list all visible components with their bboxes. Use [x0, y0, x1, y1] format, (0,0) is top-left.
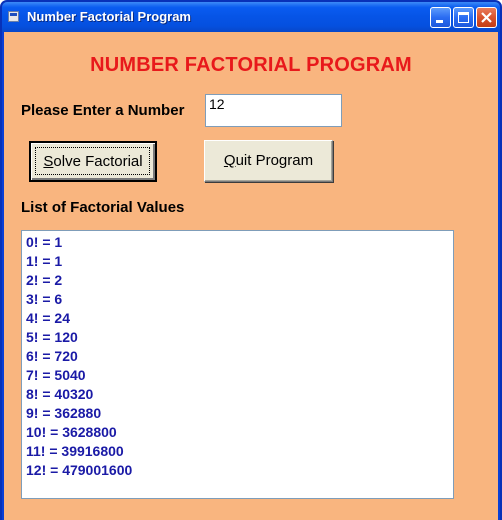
solve-factorial-button[interactable]: Solve Factorial [29, 141, 157, 182]
list-item[interactable]: 6! = 720 [26, 347, 453, 366]
app-window: Number Factorial Program NUMBER FACTORIA… [0, 0, 502, 520]
maximize-button[interactable] [453, 7, 474, 28]
close-button[interactable] [476, 7, 497, 28]
minimize-button[interactable] [430, 7, 451, 28]
list-item[interactable]: 1! = 1 [26, 252, 453, 271]
close-icon [481, 12, 492, 23]
list-item[interactable]: 11! = 39916800 [26, 442, 453, 461]
list-item[interactable]: 9! = 362880 [26, 404, 453, 423]
list-item[interactable]: 3! = 6 [26, 290, 453, 309]
minimize-icon [436, 20, 443, 23]
quit-program-button[interactable]: Quit Program [204, 140, 333, 182]
form-client-area: NUMBER FACTORIAL PROGRAM Please Enter a … [4, 32, 498, 520]
list-item[interactable]: 7! = 5040 [26, 366, 453, 385]
number-input[interactable] [205, 94, 342, 127]
list-item[interactable]: 5! = 120 [26, 328, 453, 347]
focus-rectangle [35, 147, 150, 175]
number-input-wrapper [205, 94, 342, 127]
list-item[interactable]: 2! = 2 [26, 271, 453, 290]
factorial-list-label: List of Factorial Values [21, 199, 185, 216]
quit-label: uit Program [235, 152, 314, 169]
quit-mnemonic: Q [223, 152, 236, 169]
app-window-icon[interactable] [8, 11, 19, 22]
page-title: NUMBER FACTORIAL PROGRAM [90, 54, 412, 76]
title-bar[interactable]: Number Factorial Program [2, 2, 500, 32]
list-item[interactable]: 0! = 1 [26, 233, 453, 252]
list-item[interactable]: 12! = 479001600 [26, 461, 453, 480]
maximize-icon [458, 12, 469, 23]
window-title: Number Factorial Program [27, 9, 191, 24]
list-item[interactable]: 10! = 3628800 [26, 423, 453, 442]
number-prompt-label: Please Enter a Number [21, 102, 185, 119]
list-item[interactable]: 8! = 40320 [26, 385, 453, 404]
factorial-values-listbox[interactable]: 0! = 1 1! = 1 2! = 2 3! = 6 4! = 24 5! =… [21, 230, 454, 499]
list-item[interactable]: 4! = 24 [26, 309, 453, 328]
